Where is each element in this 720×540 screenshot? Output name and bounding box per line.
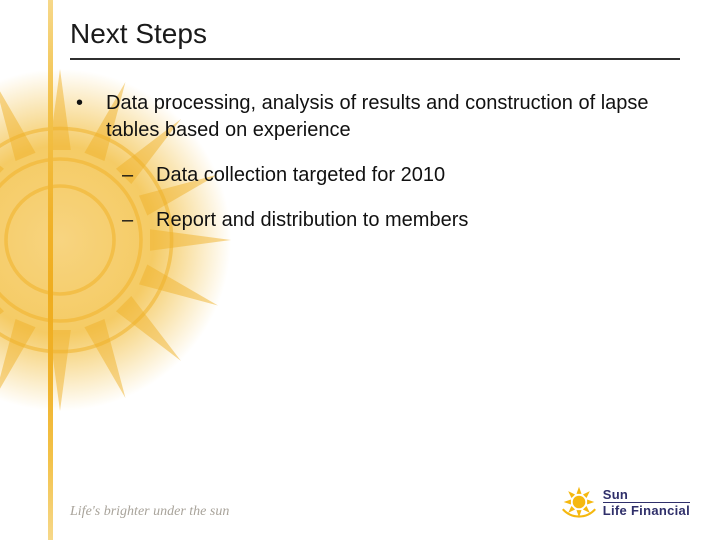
logo-text-bottom: Life Financial — [603, 503, 690, 517]
title-divider — [70, 58, 680, 60]
logo-text-top: Sun — [603, 488, 690, 503]
sub-bullet-2: Report and distribution to members — [116, 207, 680, 234]
bullet-main: Data processing, analysis of results and… — [74, 90, 680, 234]
slide-content: Next Steps Data processing, analysis of … — [0, 0, 720, 540]
sub-bullet-1: Data collection targeted for 2010 — [116, 162, 680, 189]
sun-icon — [561, 484, 597, 520]
sub-bullet-list: Data collection targeted for 2010 Report… — [116, 162, 680, 234]
footer: Life's brighter under the sun — [70, 484, 690, 520]
logo: Sun Life Financial — [561, 484, 690, 520]
slide-title: Next Steps — [70, 18, 680, 50]
bullet-list: Data processing, analysis of results and… — [74, 90, 680, 234]
bullet-main-text: Data processing, analysis of results and… — [106, 92, 649, 141]
logo-text: Sun Life Financial — [603, 488, 690, 517]
tagline: Life's brighter under the sun — [70, 504, 229, 520]
